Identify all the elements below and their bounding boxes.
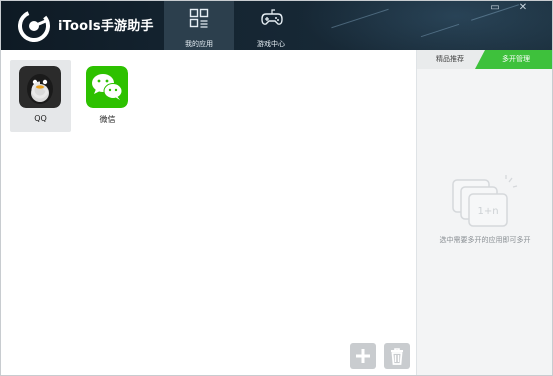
empty-hint-text: 选中需要多开的应用即可多开 xyxy=(439,236,531,244)
plus-icon xyxy=(356,349,370,363)
app-list-area: QQ 微信 xyxy=(0,50,417,376)
delete-app-button[interactable] xyxy=(384,343,410,369)
app-item-wechat[interactable]: 微信 xyxy=(77,60,138,132)
trash-icon xyxy=(391,348,403,365)
multi-open-panel: 精品推荐 多开管理 1+n 选中需要多开的应用即可多开 xyxy=(417,50,553,376)
tab-label: 我的应用 xyxy=(185,40,213,48)
qq-penguin-icon xyxy=(19,66,61,108)
tab-my-apps[interactable]: 我的应用 xyxy=(164,0,234,50)
add-app-button[interactable] xyxy=(350,343,376,369)
empty-badge-text: 1+n xyxy=(477,206,498,217)
tab-multi-open[interactable]: 多开管理 xyxy=(475,50,553,69)
app-label: 微信 xyxy=(99,115,116,124)
minimize-button[interactable]: ▭ xyxy=(488,2,502,14)
close-button[interactable]: ✕ xyxy=(516,2,530,14)
app-label: QQ xyxy=(34,114,47,123)
multi-window-icon: 1+n xyxy=(452,175,518,227)
tab-game-center[interactable]: 游戏中心 xyxy=(236,0,306,50)
app-title: iTools手游助手 xyxy=(58,19,154,34)
itools-logo-icon xyxy=(18,10,50,42)
gamepad-icon xyxy=(261,9,283,25)
tab-recommended[interactable]: 精品推荐 xyxy=(417,50,483,69)
app-item-qq[interactable]: QQ xyxy=(10,60,71,132)
tab-label: 游戏中心 xyxy=(257,40,285,48)
title-bar: iTools手游助手 我的应用 游戏中心 ▭ ✕ xyxy=(0,0,553,50)
side-tab-bar: 精品推荐 多开管理 xyxy=(417,50,553,69)
wechat-icon xyxy=(86,66,128,108)
grid-apps-icon xyxy=(189,8,209,28)
